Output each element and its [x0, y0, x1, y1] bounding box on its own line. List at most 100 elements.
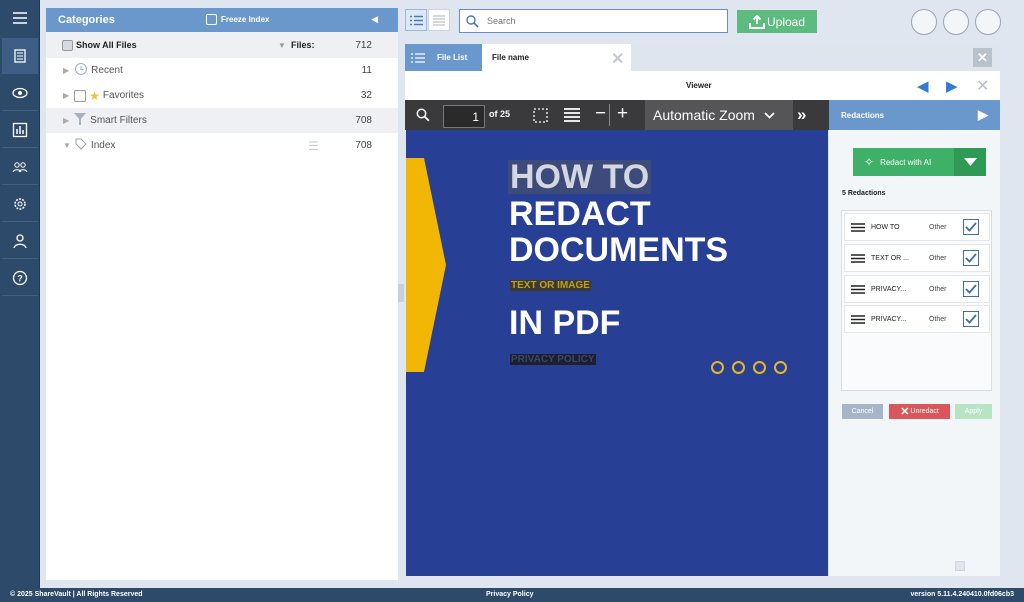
resize-corner-icon[interactable]	[955, 561, 965, 571]
category-label: Smart Filters	[90, 115, 147, 126]
redaction-label: HOW TO	[871, 223, 900, 231]
category-row-favorites[interactable]: ▶ ★ Favorites 32	[46, 83, 398, 108]
freeze-index-label: Freeze Index	[221, 15, 270, 24]
doc-heading-documents: DOCUMENTS	[509, 231, 729, 269]
redaction-checkbox[interactable]	[963, 250, 979, 266]
tab-file-name-label: File name	[492, 53, 529, 62]
sparkle-icon: ✧	[864, 155, 875, 169]
zoom-value: Automatic Zoom	[653, 107, 755, 123]
menu-icon[interactable]	[2, 0, 38, 36]
doc-heading-redact: REDACT	[509, 195, 651, 233]
redaction-checkbox[interactable]	[963, 311, 979, 327]
redaction-item[interactable]: PRIVACY... Other	[844, 275, 990, 303]
documents-icon[interactable]	[2, 38, 38, 74]
sidebar-toggle-icon[interactable]	[564, 108, 580, 122]
category-count: 708	[355, 140, 372, 151]
detail-view-button[interactable]	[428, 9, 450, 31]
tracking-icon[interactable]	[2, 75, 38, 111]
expand-icon[interactable]: ✕	[976, 76, 989, 96]
status-circle-2[interactable]	[943, 9, 969, 35]
redaction-type: Other	[929, 223, 947, 231]
redact-with-ai-button[interactable]: ✧ Redact with AI	[853, 148, 986, 176]
status-circle-1[interactable]	[911, 9, 937, 35]
previous-file-icon[interactable]: ◀	[917, 77, 929, 95]
redact-with-ai-label: Redact with AI	[880, 157, 932, 167]
redaction-lines-icon	[851, 315, 865, 324]
tag-icon	[75, 138, 87, 153]
help-icon[interactable]: ?	[2, 260, 38, 296]
redaction-item[interactable]: HOW TO Other	[844, 213, 990, 241]
category-row-smart-filters[interactable]: ▶ Smart Filters 708	[46, 108, 398, 133]
footer: © 2025 ShareVault | All Rights Reserved …	[0, 588, 1024, 602]
page-number-input[interactable]	[443, 105, 485, 128]
cancel-button[interactable]: Cancel	[842, 404, 883, 419]
redaction-checkbox[interactable]	[963, 281, 979, 297]
version-text: version 5.11.4.240410.0fd06cb3	[910, 591, 1014, 598]
upload-button[interactable]: Upload	[737, 10, 817, 33]
privacy-policy-link[interactable]: Privacy Policy	[486, 591, 533, 598]
users-icon[interactable]	[2, 149, 38, 185]
redaction-item[interactable]: TEXT OR ... Other	[844, 244, 990, 272]
freeze-index-toggle[interactable]: Freeze Index	[206, 14, 269, 25]
redaction-type: Other	[929, 254, 947, 262]
viewer-title: Viewer	[686, 81, 712, 90]
next-file-icon[interactable]: ▶	[946, 77, 958, 95]
close-tab-icon[interactable]: ✕	[611, 49, 624, 69]
svg-text:?: ?	[17, 273, 23, 283]
category-row-recent[interactable]: ▶ Recent 11	[46, 58, 398, 83]
categories-panel: Categories Freeze Index ◀ Show All Files…	[46, 8, 398, 580]
index-menu-icon[interactable]: ☰	[308, 139, 319, 153]
panel-resize-handle[interactable]	[398, 284, 404, 302]
apply-button[interactable]: Apply	[955, 404, 992, 419]
show-all-checkbox[interactable]	[62, 39, 73, 51]
expand-arrow-icon[interactable]: ▶	[63, 66, 69, 75]
arrow-graphic	[406, 158, 446, 372]
close-viewer-icon[interactable]: ✕	[973, 48, 992, 67]
zoom-in-icon[interactable]: +	[617, 103, 628, 125]
tab-file-list[interactable]: File List	[405, 44, 482, 71]
show-all-files-row[interactable]: Show All Files ▼ Files: 712	[46, 32, 398, 58]
collapse-arrow-icon[interactable]: ▼	[63, 141, 71, 150]
list-icon	[411, 52, 425, 63]
redactions-panel: Redactions ▶ ✧ Redact with AI 5 Redactio…	[829, 100, 1000, 576]
left-rail: ?	[0, 0, 40, 588]
profile-icon[interactable]	[2, 223, 38, 259]
upload-icon	[748, 14, 765, 29]
upload-label: Upload	[766, 14, 806, 29]
sort-arrow-icon[interactable]: ▼	[278, 41, 286, 50]
collapse-redactions-icon[interactable]: ▶	[978, 107, 988, 123]
categories-title: Categories	[58, 14, 115, 26]
redaction-checkbox[interactable]	[963, 219, 979, 235]
more-tools-icon[interactable]: »	[797, 105, 806, 125]
pdf-toolbar: of 25 − + Automatic Zoom »	[405, 100, 829, 130]
filter-icon	[74, 113, 87, 128]
tab-strip: File List File name ✕ ✕	[405, 44, 1000, 71]
list-view-button[interactable]	[405, 9, 427, 31]
reports-icon[interactable]	[2, 112, 38, 148]
expand-arrow-icon[interactable]: ▶	[63, 116, 69, 125]
unredact-button[interactable]: ✕ Unredact	[889, 404, 950, 419]
redaction-type: Other	[929, 315, 947, 323]
page-count: of 25	[489, 109, 511, 119]
settings-icon[interactable]	[2, 186, 38, 222]
redaction-label: PRIVACY...	[871, 285, 907, 293]
chevron-down-icon[interactable]	[954, 148, 986, 176]
search-box[interactable]	[459, 9, 728, 33]
collapse-panel-icon[interactable]: ◀	[371, 14, 378, 25]
redaction-item[interactable]: PRIVACY... Other	[844, 305, 990, 333]
find-icon[interactable]	[416, 108, 430, 122]
category-label: Recent	[91, 65, 123, 76]
status-circle-3[interactable]	[975, 9, 1001, 35]
category-row-index[interactable]: ▼ Index ☰ 708	[46, 133, 398, 158]
redaction-label: TEXT OR ...	[871, 254, 909, 262]
tab-file-name[interactable]: File name	[482, 44, 631, 71]
select-tool-icon[interactable]	[533, 108, 548, 123]
search-input[interactable]	[487, 16, 707, 26]
favorites-checkbox[interactable]	[74, 89, 87, 102]
freeze-index-checkbox[interactable]	[206, 14, 217, 25]
redactions-list: HOW TO Other TEXT OR ... Other PRIVACY..…	[841, 210, 992, 391]
zoom-out-icon[interactable]: −	[595, 103, 606, 125]
zoom-select[interactable]: Automatic Zoom	[645, 100, 793, 130]
clock-icon	[74, 62, 88, 79]
expand-arrow-icon[interactable]: ▶	[63, 91, 69, 100]
